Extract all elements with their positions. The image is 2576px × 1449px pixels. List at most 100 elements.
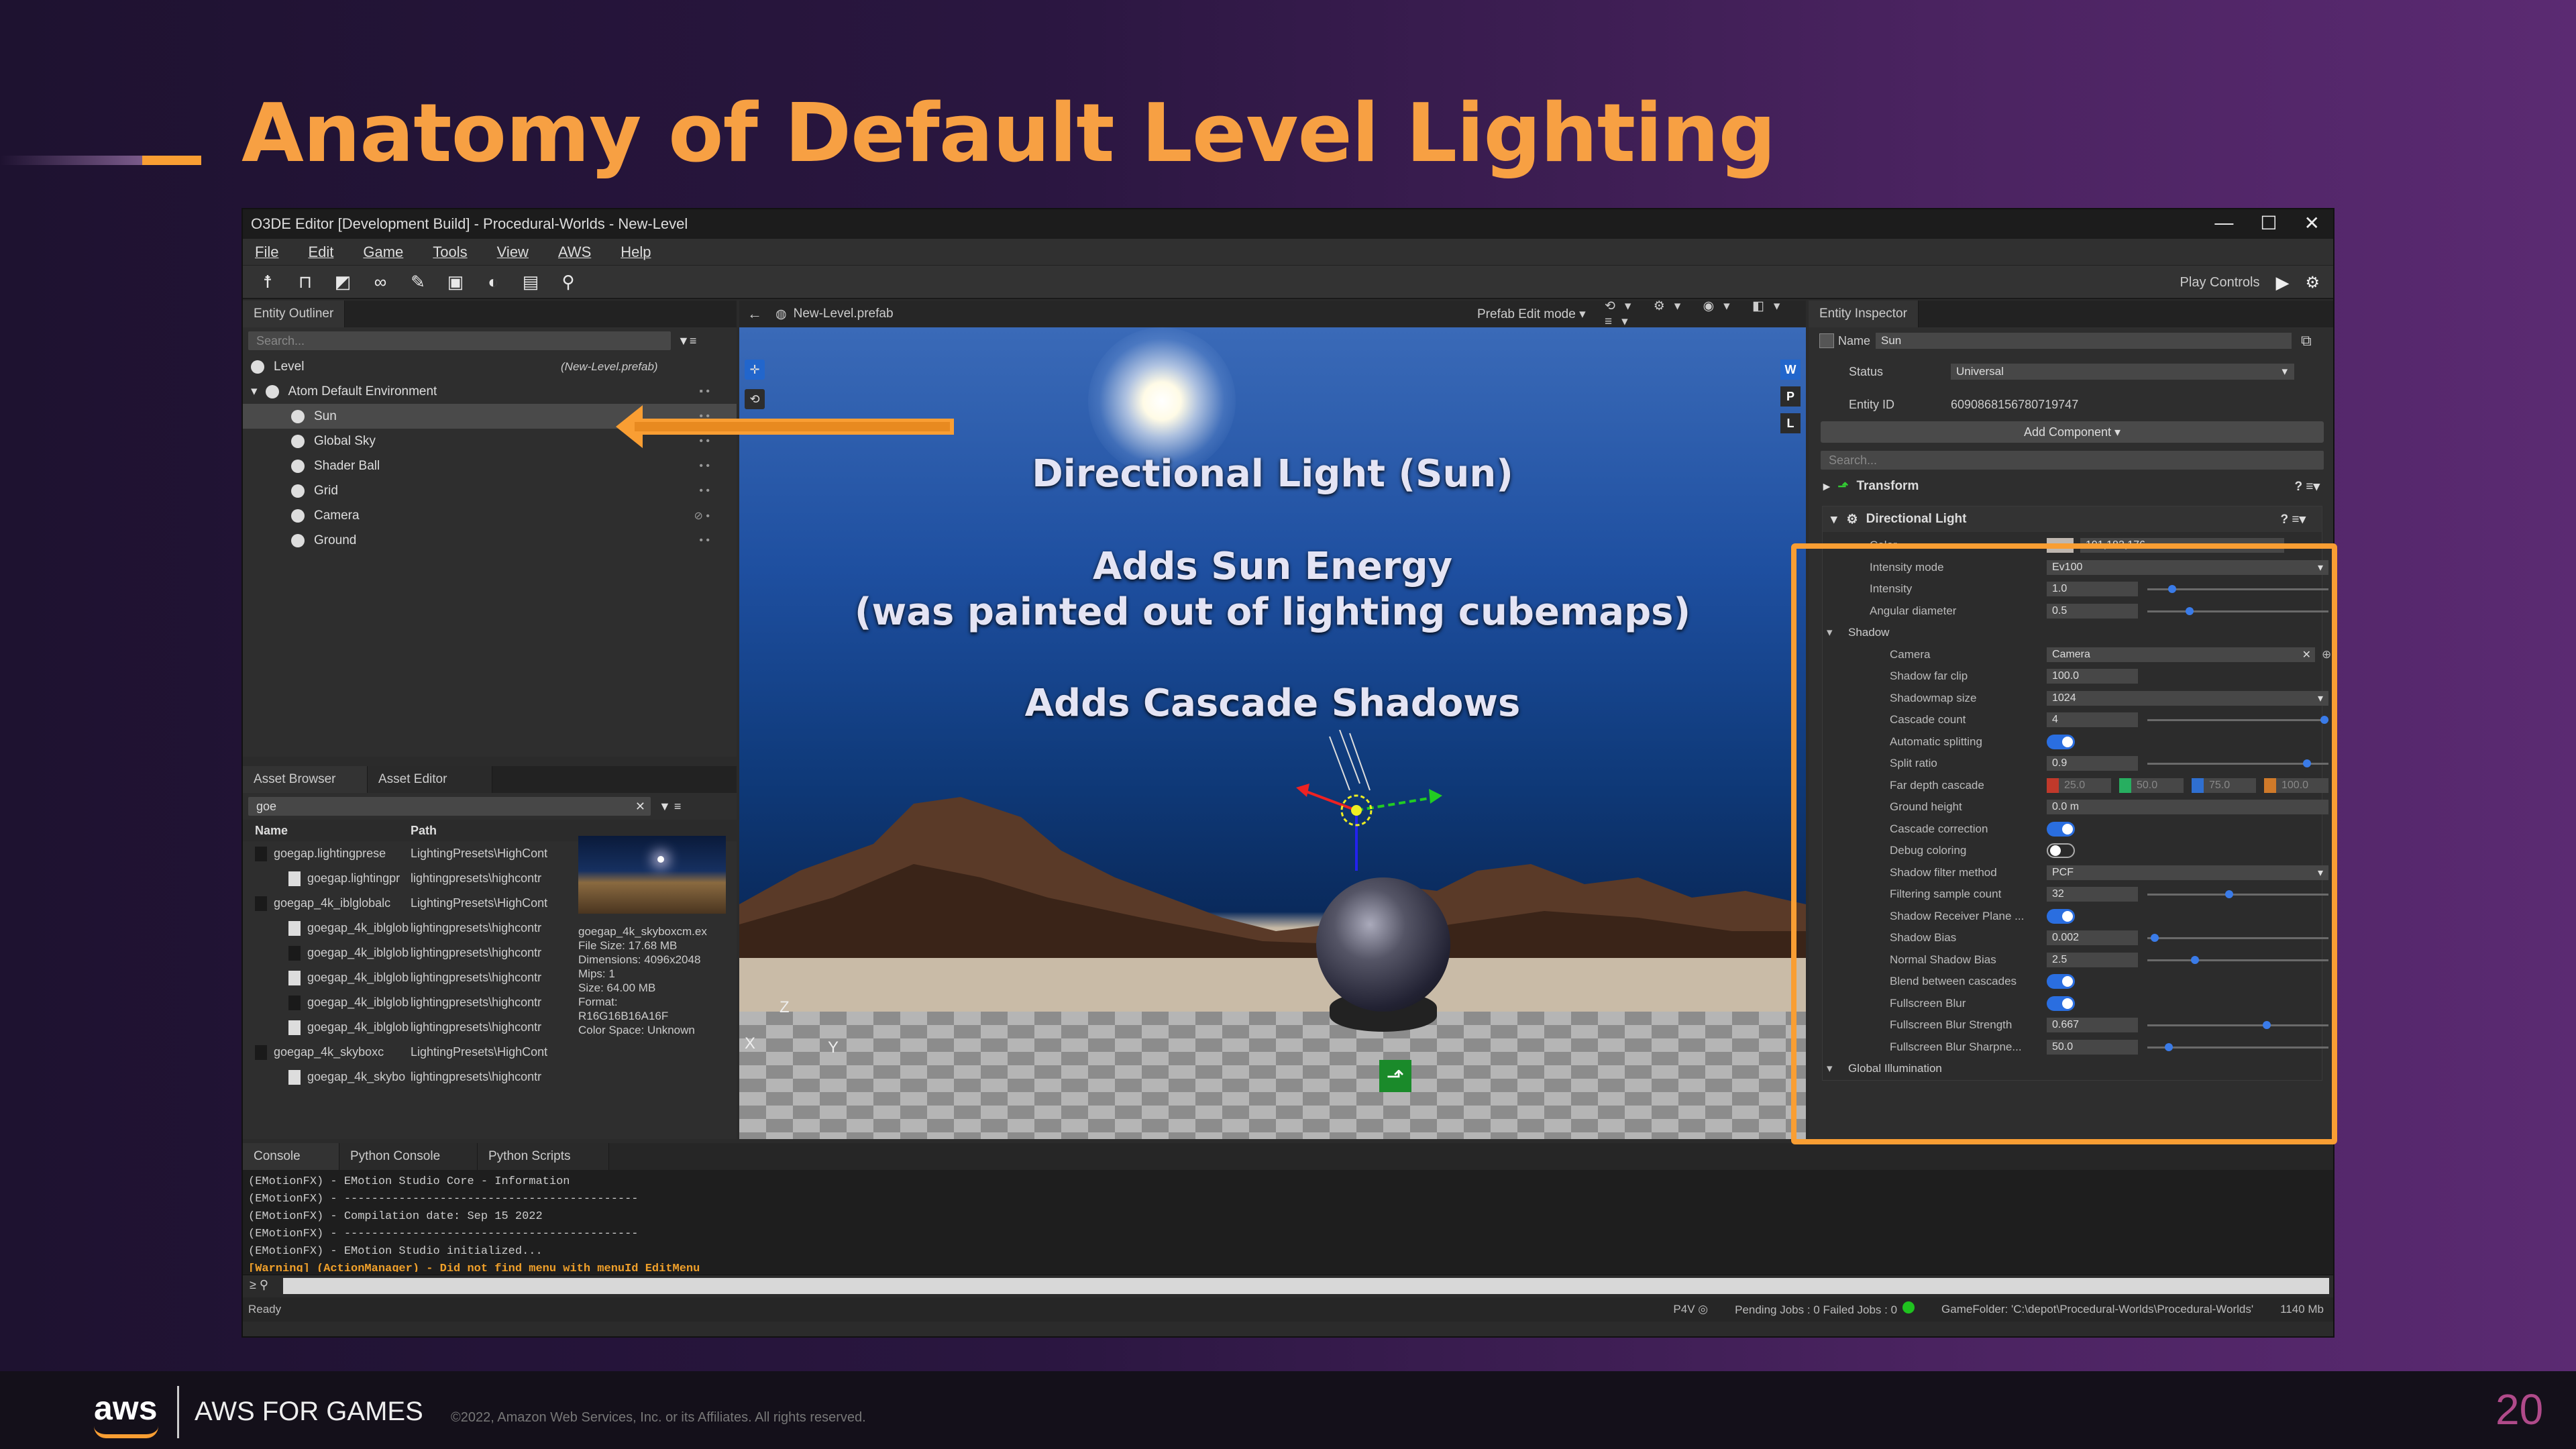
slider-knob[interactable] [2167,585,2176,593]
slider-knob[interactable] [2151,934,2159,942]
prefab-mode-dropdown[interactable]: Prefab Edit mode ▾ [1477,307,1586,322]
visibility-hidden-icon[interactable]: ⊘ • [694,509,710,523]
value-slider[interactable] [2147,585,2328,593]
toggle-switch[interactable] [2047,996,2075,1011]
console-search-icon[interactable]: ≥ ⚲ [250,1278,268,1292]
status-dropdown[interactable]: Universal ▾ [1951,364,2294,380]
local-space-button[interactable]: L [1780,413,1801,433]
field-input[interactable]: 50.0 [2047,1039,2138,1055]
viewport-options-icon[interactable]: ⟲▾ ⚙▾ ◉▾ ◧▾ ≡▾ [1605,299,1806,329]
value-slider[interactable] [2147,759,2328,767]
slider-knob[interactable] [2225,890,2234,898]
slider-knob[interactable] [2185,606,2194,615]
field-input[interactable]: 32 [2047,887,2138,902]
field-input[interactable]: 1.0 [2047,582,2138,597]
menu-aws[interactable]: AWS [558,244,591,261]
expand-chevron-icon[interactable]: ▸ [1823,479,1830,494]
maximize-button[interactable]: ☐ [2260,212,2277,234]
transform-entity-icon[interactable]: ⬏ [1379,1060,1411,1092]
image-icon[interactable]: ▣ [444,270,467,293]
viewport-tab[interactable]: New-Level.prefab [794,307,894,321]
field-input[interactable]: 2.5 [2047,952,2138,967]
col-name[interactable]: Name [255,824,411,838]
field-input[interactable]: Camera ✕ [2047,647,2315,662]
visibility-icon[interactable]: • • [699,485,710,497]
minimize-button[interactable]: — [2214,212,2233,234]
asset-row[interactable]: goegap_4k_skybo lightingpresets\highcontr [243,1065,737,1089]
menu-view[interactable]: View [497,244,529,261]
toggle-switch[interactable] [2047,908,2075,924]
tab-console[interactable]: Console [243,1143,339,1170]
visibility-icon[interactable]: • • [699,460,710,472]
value-slider[interactable] [2147,955,2328,964]
value-slider[interactable] [2147,1042,2328,1051]
tab-python-console[interactable]: Python Console [339,1143,478,1170]
add-component-button[interactable]: Add Component ▾ [1821,421,2324,443]
cascade-depth-input[interactable]: 50.0 [2131,777,2184,793]
slider-knob[interactable] [2320,716,2328,724]
col-path[interactable]: Path [411,824,437,838]
field-input[interactable]: PCF ▾ [2047,865,2328,880]
tab-python-scripts[interactable]: Python Scripts [478,1143,609,1170]
cascade-depth-input[interactable]: 25.0 [2059,777,2111,793]
lock-icon[interactable]: ⊓ [294,270,317,293]
menu-file[interactable]: File [255,244,278,261]
outliner-item-camera[interactable]: Camera ⊘ • [243,503,737,528]
color-swatch[interactable] [2047,538,2074,553]
component-search-input[interactable]: Search... [1821,451,2324,470]
entity-name-input[interactable]: Sun [1876,333,2292,349]
outliner-item-grid[interactable]: Grid • • [243,478,737,503]
transform-gizmo[interactable] [1263,730,1464,877]
field-input[interactable]: 100.0 [2047,669,2138,684]
toggle-switch[interactable] [2047,734,2075,749]
value-slider[interactable] [2147,890,2328,898]
world-space-button[interactable]: W [1780,360,1801,380]
field-input[interactable]: 1024 ▾ [2047,690,2328,706]
component-menu-icon[interactable]: ? ≡▾ [2280,512,2306,527]
visibility-icon[interactable]: • • [699,435,710,447]
toggle-switch[interactable] [2047,843,2075,859]
back-arrow-icon[interactable]: ← [747,305,762,323]
menu-edit[interactable]: Edit [308,244,333,261]
shader-ball[interactable] [1316,877,1450,1012]
outliner-search-input[interactable]: Search... ▼≡ [248,331,696,350]
globe-icon[interactable]: ◐ [482,270,504,293]
snap-icon[interactable]: ◩ [331,270,354,293]
cascade-depth-input[interactable]: 100.0 [2276,777,2328,793]
field-input[interactable]: 0.002 [2047,930,2138,946]
settings-icon[interactable]: ⚙ [2305,273,2320,292]
outliner-item-shader-ball[interactable]: Shader Ball • • [243,453,737,478]
terminal-icon[interactable]: ▤ [519,270,542,293]
clear-icon[interactable]: ✕ [2302,648,2311,661]
slider-knob[interactable] [2263,1021,2271,1029]
tab-asset-editor[interactable]: Asset Editor [368,766,492,793]
field-input[interactable]: 4 [2047,712,2138,728]
directional-light-header[interactable]: ▾ ⚙ Directional Light ? ≡▾ [1823,506,2322,532]
value-slider[interactable] [2147,1021,2328,1029]
toggle-switch[interactable] [2047,821,2075,837]
field-input[interactable]: 191,183,176 [2080,538,2284,553]
transform-component-header[interactable]: ▸ ⬏ Transform ? ≡▾ [1809,474,2333,499]
slider-knob[interactable] [2303,759,2312,767]
expand-chevron-icon[interactable]: ▾ [251,384,258,399]
value-slider[interactable] [2147,606,2328,615]
field-input[interactable]: 0.667 [2047,1018,2138,1033]
tab-entity-outliner[interactable]: Entity Outliner [243,301,345,327]
slider-knob[interactable] [2190,955,2199,964]
p4v-status[interactable]: P4V ◎ [1673,1303,1708,1316]
field-input[interactable]: Ev100 ▾ [2047,559,2328,575]
viewport-scene[interactable]: Directional Light (Sun) Adds Sun Energy … [739,327,1806,1139]
play-icon[interactable]: ▶ [2275,272,2289,293]
target-icon[interactable]: ⊕ [2322,648,2331,661]
field-input[interactable]: 0.0 m [2047,800,2328,815]
component-menu-icon[interactable]: ? ≡▾ [2294,479,2320,494]
toggle-switch[interactable] [2047,974,2075,989]
close-button[interactable]: ✕ [2304,212,2320,234]
move-tool-icon[interactable]: ✛ [745,360,765,380]
rotate-tool-icon[interactable]: ⟲ [745,389,765,409]
outliner-level-row[interactable]: Level (New-Level.prefab) [243,354,737,379]
console-command-input[interactable] [283,1278,2329,1294]
filter-icon[interactable]: ▼ ≡ [659,800,719,814]
menu-tools[interactable]: Tools [433,244,467,261]
field-input[interactable]: 0.9 [2047,756,2138,771]
